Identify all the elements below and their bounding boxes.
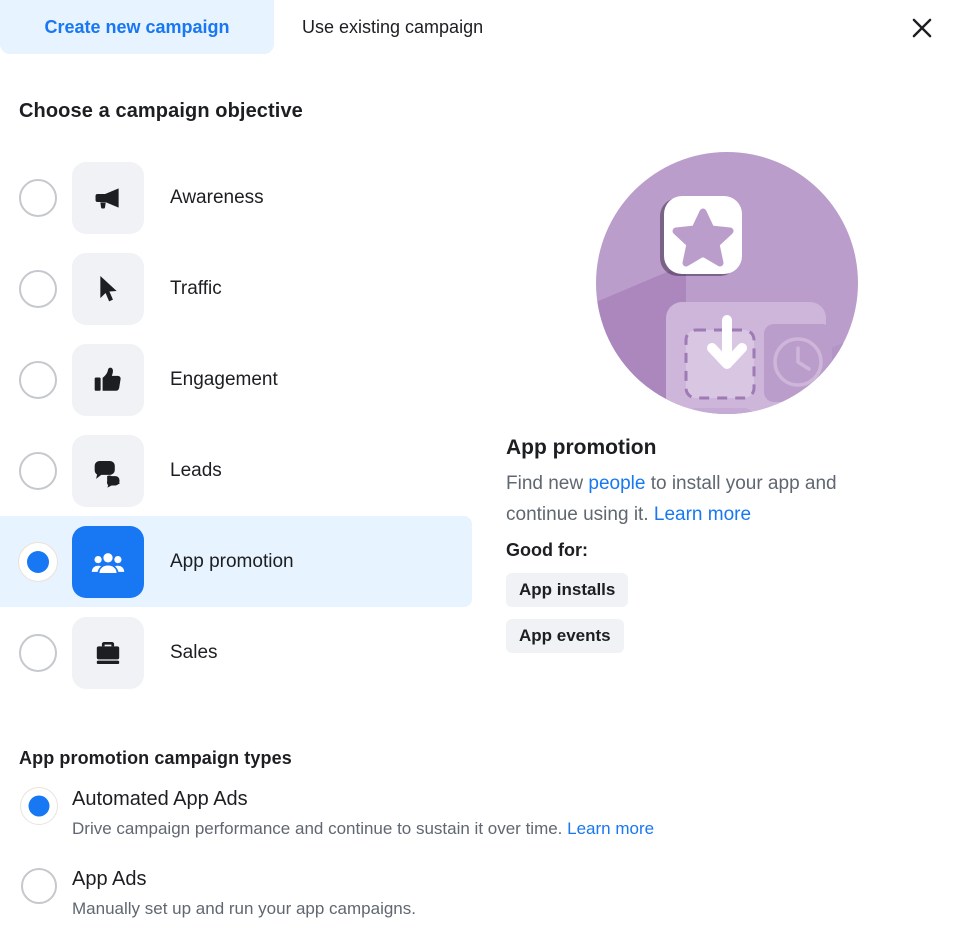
- campaign-type-radio-automated-app-ads[interactable]: [21, 788, 57, 824]
- objective-icon-tile: [72, 434, 144, 507]
- objective-section-heading: Choose a campaign objective: [19, 100, 303, 122]
- detail-description: Find new people to install your app and …: [506, 468, 911, 530]
- objective-icon-tile: [72, 525, 144, 598]
- objective-row-sales[interactable]: Sales: [0, 607, 472, 698]
- campaign-type-text: Automated App Ads Drive campaign perform…: [72, 786, 654, 840]
- detail-title: App promotion: [506, 436, 657, 459]
- app-install-illustration: [596, 152, 858, 414]
- campaign-type-title: Automated App Ads: [72, 788, 248, 810]
- campaign-type-description: Drive campaign performance and continue …: [72, 818, 654, 840]
- objective-radio-awareness[interactable]: [19, 178, 57, 217]
- objective-detail-panel: App promotion Find new people to install…: [506, 152, 936, 653]
- campaign-type-row-automated-app-ads[interactable]: Automated App Ads Drive campaign perform…: [0, 786, 800, 840]
- objective-row-engagement[interactable]: Engagement: [0, 334, 472, 425]
- campaign-type-title: App Ads: [72, 868, 147, 890]
- tab-create-new-campaign[interactable]: Create new campaign: [0, 0, 274, 54]
- objective-label: Traffic: [170, 277, 222, 299]
- objective-row-traffic[interactable]: Traffic: [0, 243, 472, 334]
- good-for-chip-app-installs: App installs: [506, 573, 629, 607]
- campaign-type-desc-text: Manually set up and run your app campaig…: [72, 899, 416, 918]
- objective-label: Engagement: [170, 368, 278, 390]
- learn-more-link[interactable]: Learn more: [654, 504, 751, 525]
- objective-label: Leads: [170, 459, 222, 481]
- learn-more-link[interactable]: Learn more: [567, 819, 654, 838]
- objective-label: Awareness: [170, 186, 264, 208]
- objective-radio-engagement[interactable]: [19, 360, 57, 399]
- campaign-type-desc-text: Drive campaign performance and continue …: [72, 819, 568, 838]
- campaign-type-radio-app-ads[interactable]: [21, 868, 57, 904]
- objective-icon-tile: [72, 616, 144, 689]
- campaign-types-heading: App promotion campaign types: [19, 748, 292, 768]
- objective-radio-sales[interactable]: [19, 633, 57, 672]
- campaign-type-text: App Ads Manually set up and run your app…: [72, 866, 416, 920]
- briefcase-icon: [96, 641, 120, 664]
- good-for-chip-row: App installs: [506, 561, 936, 607]
- thumbs-up-icon: [94, 367, 121, 391]
- close-icon: [912, 18, 932, 38]
- close-button[interactable]: [904, 10, 940, 46]
- campaign-types-list: Automated App Ads Drive campaign perform…: [0, 786, 800, 946]
- campaign-type-description: Manually set up and run your app campaig…: [72, 898, 416, 920]
- tab-use-existing-campaign[interactable]: Use existing campaign: [274, 0, 511, 54]
- tab-bar: Create new campaign Use existing campaig…: [0, 0, 960, 54]
- objective-row-leads[interactable]: Leads: [0, 425, 472, 516]
- objective-radio-app-promotion[interactable]: [19, 542, 57, 581]
- detail-desc-part1: Find new: [506, 473, 589, 494]
- chat-bubbles-icon: [94, 460, 120, 488]
- tab-label: Create new campaign: [44, 16, 230, 37]
- people-link[interactable]: people: [588, 473, 645, 494]
- objective-label: App promotion: [170, 550, 294, 572]
- objective-row-app-promotion[interactable]: App promotion: [0, 516, 472, 607]
- megaphone-icon: [95, 187, 119, 208]
- objective-icon-tile: [72, 252, 144, 325]
- objective-icon-tile: [72, 161, 144, 234]
- good-for-chip-app-events: App events: [506, 619, 624, 653]
- objective-row-awareness[interactable]: Awareness: [0, 152, 472, 243]
- objective-radio-leads[interactable]: [19, 451, 57, 490]
- campaign-type-row-app-ads[interactable]: App Ads Manually set up and run your app…: [0, 866, 800, 920]
- app-install-illustration-graphic: [596, 196, 858, 414]
- people-icon: [91, 552, 125, 573]
- objective-radio-traffic[interactable]: [19, 269, 57, 308]
- objective-label: Sales: [170, 641, 218, 663]
- good-for-chip-row: App events: [506, 607, 936, 653]
- cursor-icon: [100, 275, 117, 301]
- good-for-label: Good for:: [506, 540, 588, 560]
- objective-icon-tile: [72, 343, 144, 416]
- objective-list: Awareness Traffic Engagement Leads App p…: [0, 152, 480, 698]
- tab-label: Use existing campaign: [302, 16, 484, 37]
